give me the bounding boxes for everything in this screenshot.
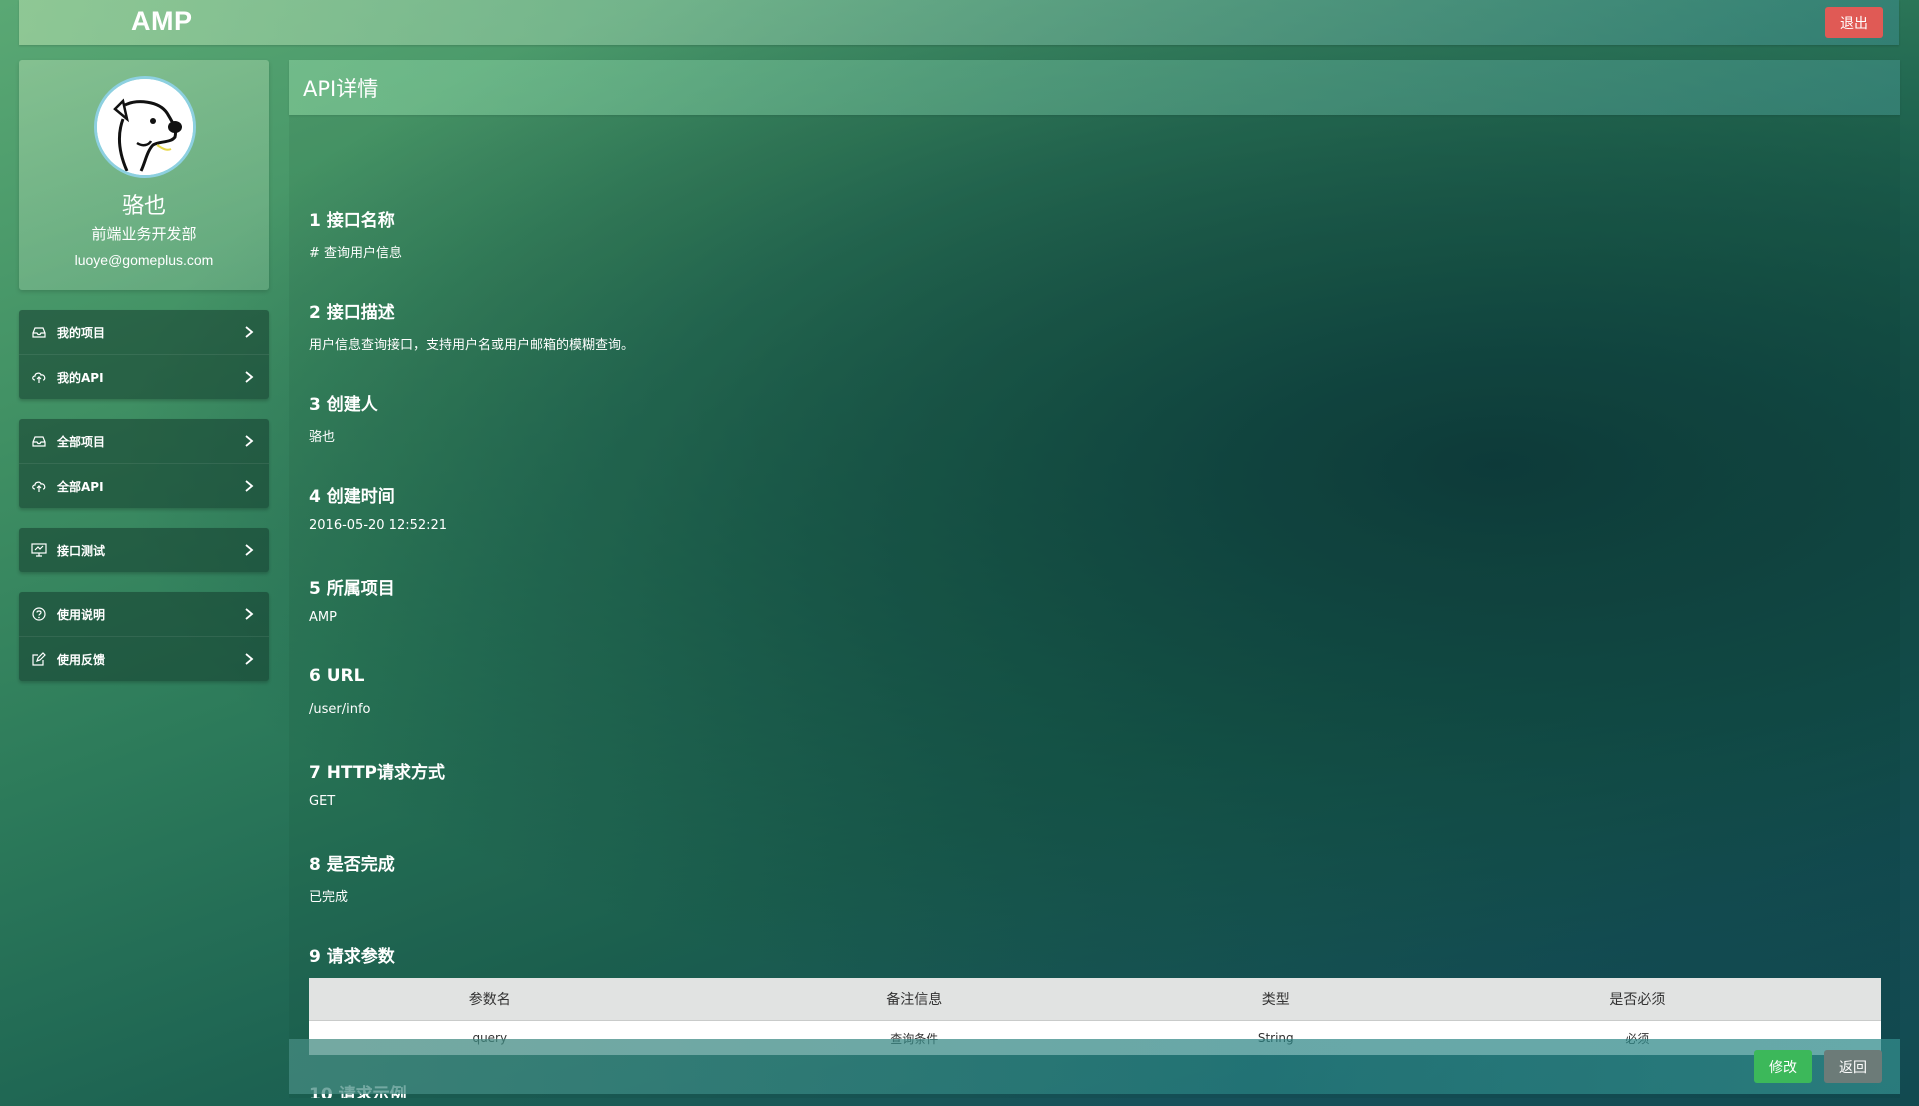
edit-button[interactable]: 修改: [1754, 1050, 1812, 1083]
menu-group-all: 全部项目 全部API: [19, 419, 269, 508]
menu-item-all-projects[interactable]: 全部项目: [19, 419, 269, 464]
menu-item-api-test[interactable]: 接口测试: [19, 528, 269, 572]
page-title: API详情: [303, 77, 379, 101]
action-bar: 修改 返回: [289, 1039, 1900, 1094]
creator-value: 骆也: [309, 430, 336, 445]
menu-item-feedback[interactable]: 使用反馈: [19, 637, 269, 681]
help-icon: [31, 606, 47, 622]
chevron-right-icon: [243, 608, 255, 620]
cloud-icon: [31, 369, 47, 385]
http-method-value: GET: [309, 794, 336, 809]
column-header: 类型: [1157, 978, 1394, 1021]
chevron-right-icon: [243, 326, 255, 338]
profile-card: 骆也 前端业务开发部 luoye@gomeplus.com: [19, 60, 269, 290]
back-button[interactable]: 返回: [1824, 1050, 1882, 1083]
avatar: [94, 76, 196, 178]
edit-icon: [31, 651, 47, 667]
menu-item-all-api[interactable]: 全部API: [19, 464, 269, 508]
chevron-right-icon: [243, 653, 255, 665]
menu-item-usage-guide[interactable]: 使用说明: [19, 592, 269, 637]
menu-group-my: 我的项目 我的API: [19, 310, 269, 399]
menu-item-my-api[interactable]: 我的API: [19, 355, 269, 399]
section-api-description: 2 接口描述 用户信息查询接口，支持用户名或用户邮箱的模糊查询。: [309, 303, 635, 353]
section-request-params: 9 请求参数: [309, 947, 395, 967]
column-header: 参数名: [309, 978, 671, 1021]
api-description-value: 用户信息查询接口，支持用户名或用户邮箱的模糊查询。: [309, 338, 635, 353]
chevron-right-icon: [243, 480, 255, 492]
column-header: 备注信息: [670, 978, 1158, 1021]
project-value: AMP: [309, 610, 337, 625]
inbox-icon: [31, 324, 47, 340]
panel-header: API详情: [289, 60, 1900, 115]
chevron-right-icon: [243, 544, 255, 556]
profile-department: 前端业务开发部: [91, 225, 197, 243]
inbox-icon: [31, 433, 47, 449]
menu-group-help: 使用说明 使用反馈: [19, 592, 269, 681]
table-header-row: 参数名 备注信息 类型 是否必须: [309, 978, 1881, 1021]
completed-value: 已完成: [309, 890, 349, 905]
created-time-value: 2016-05-20 12:52:21: [309, 518, 448, 533]
section-api-name: 1 接口名称 # 查询用户信息: [309, 211, 403, 261]
monitor-icon: [31, 542, 47, 558]
section-url: 6 URL /user/info: [309, 666, 371, 717]
api-name-value: # 查询用户信息: [309, 246, 403, 261]
section-completed: 8 是否完成 已完成: [309, 855, 395, 905]
profile-name: 骆也: [121, 194, 166, 219]
column-header: 是否必须: [1393, 978, 1881, 1021]
logout-button[interactable]: 退出: [1825, 7, 1883, 38]
api-detail-panel: API详情 1 接口名称 # 查询用户信息 2 接口描述 用户信息查询接口，支持…: [289, 60, 1900, 1098]
dog-avatar-icon: [97, 79, 193, 175]
top-bar: AMP 退出: [19, 0, 1899, 45]
url-value: /user/info: [309, 702, 371, 717]
section-http-method: 7 HTTP请求方式 GET: [309, 763, 446, 809]
cloud-icon: [31, 478, 47, 494]
section-created-time: 4 创建时间 2016-05-20 12:52:21: [309, 487, 448, 533]
menu-item-my-projects[interactable]: 我的项目: [19, 310, 269, 355]
section-creator: 3 创建人 骆也: [309, 395, 378, 445]
section-project: 5 所属项目 AMP: [309, 579, 395, 625]
panel-body[interactable]: 1 接口名称 # 查询用户信息 2 接口描述 用户信息查询接口，支持用户名或用户…: [289, 115, 1900, 1098]
app-logo[interactable]: AMP: [131, 6, 193, 37]
chevron-right-icon: [243, 371, 255, 383]
profile-email: luoye@gomeplus.com: [74, 252, 214, 268]
menu-group-test: 接口测试: [19, 528, 269, 572]
chevron-right-icon: [243, 435, 255, 447]
